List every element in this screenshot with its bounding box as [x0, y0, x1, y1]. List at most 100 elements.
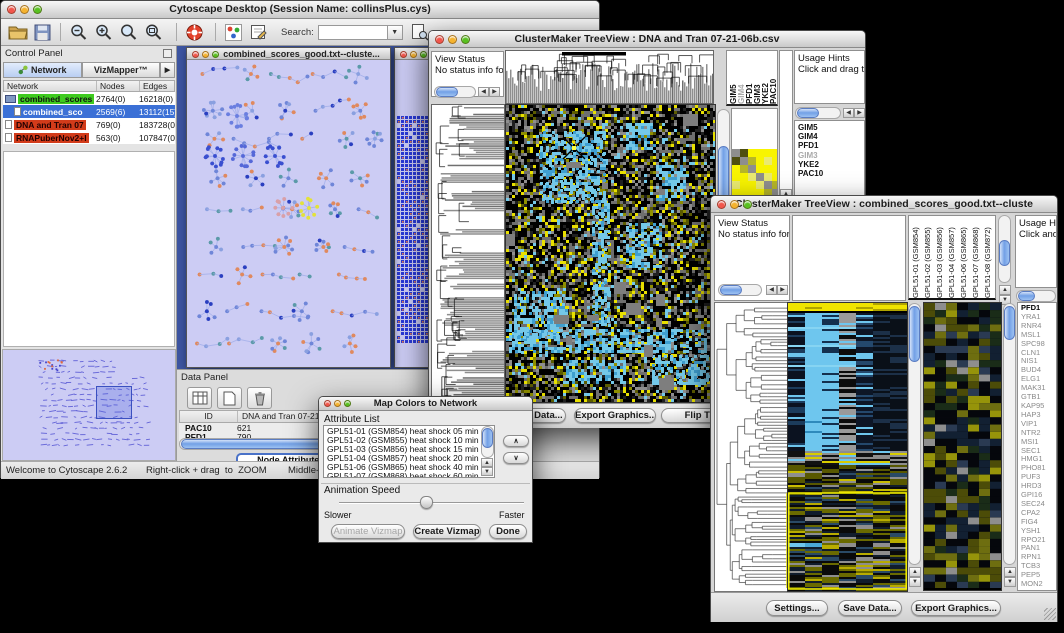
gene-label[interactable]: GIM5: [798, 123, 864, 132]
tab-vizmapper[interactable]: VizMapper™: [82, 62, 161, 78]
network-view-titlebar[interactable]: combined_scores_good.txt--cluste...: [187, 48, 390, 60]
scroll-right-arrow[interactable]: ▶: [777, 285, 788, 295]
zoom-fit-button[interactable]: [116, 21, 141, 44]
minimize-button[interactable]: [334, 400, 341, 407]
search-input[interactable]: [318, 25, 388, 40]
usage-hints-hscrollbar[interactable]: [1016, 290, 1056, 302]
vizmapper-shortcut-button[interactable]: [221, 21, 246, 44]
scroll-thumb[interactable]: [797, 108, 819, 118]
column-label[interactable]: GPL51-04 (GSM857): [947, 218, 959, 298]
search-dropdown-button[interactable]: ▼: [388, 25, 403, 40]
column-label[interactable]: YKE2: [761, 53, 769, 104]
open-file-button[interactable]: [5, 21, 30, 44]
maximize-button[interactable]: [212, 51, 219, 58]
minimize-button[interactable]: [448, 35, 457, 44]
delete-attribute-button[interactable]: [247, 387, 272, 409]
maximize-button[interactable]: [461, 35, 470, 44]
main-titlebar[interactable]: Cytoscape Desktop (Session Name: collins…: [1, 1, 599, 19]
attribute-item[interactable]: GPL51-07 (GSM868) heat shock 60 min: [327, 472, 494, 478]
usage-hints-hscrollbar[interactable]: [795, 107, 841, 119]
settings-button[interactable]: Settings...: [766, 600, 828, 616]
column-label[interactable]: GPL51-01 (GSM854): [911, 218, 923, 298]
birdseye-viewport-rect[interactable]: [96, 386, 132, 419]
close-button[interactable]: [400, 51, 407, 58]
scroll-right-arrow[interactable]: ▶: [854, 108, 865, 118]
move-up-button[interactable]: ∧: [503, 435, 529, 447]
new-attribute-button[interactable]: [217, 387, 242, 409]
maximize-button[interactable]: [420, 51, 427, 58]
column-label[interactable]: PAC10: [769, 53, 777, 104]
close-button[interactable]: [7, 5, 16, 14]
scroll-thumb[interactable]: [482, 428, 493, 448]
help-button[interactable]: [182, 21, 207, 44]
minimize-button[interactable]: [730, 200, 739, 209]
export-graphics-button[interactable]: Export Graphics...: [911, 600, 1001, 616]
scroll-thumb[interactable]: [1018, 291, 1035, 301]
annotation-button[interactable]: [246, 21, 271, 44]
attribute-list-vscrollbar[interactable]: [481, 426, 494, 458]
slider-thumb[interactable]: [420, 496, 433, 509]
gene-label[interactable]: PFD1: [798, 141, 864, 150]
close-button[interactable]: [435, 35, 444, 44]
scroll-up-arrow[interactable]: ▲: [1004, 567, 1016, 577]
dialog-titlebar[interactable]: Map Colors to Network: [319, 397, 532, 411]
close-button[interactable]: [717, 200, 726, 209]
tab-overflow-button[interactable]: ▶: [160, 62, 175, 78]
array-dendrogram-canvas[interactable]: [506, 51, 713, 103]
treeview2-top-dendrogram-pane[interactable]: [792, 215, 906, 301]
save-session-button[interactable]: [30, 21, 55, 44]
column-label[interactable]: PFD1: [745, 53, 753, 104]
close-button[interactable]: [192, 51, 199, 58]
gene-label[interactable]: PAC10: [798, 169, 864, 178]
maximize-button[interactable]: [344, 400, 351, 407]
select-attributes-button[interactable]: [187, 387, 212, 409]
maximize-button[interactable]: [743, 200, 752, 209]
scroll-thumb[interactable]: [436, 87, 458, 97]
float-panel-icon[interactable]: [163, 49, 172, 58]
gene-label[interactable]: GIM3: [798, 151, 864, 160]
save-data-button[interactable]: Save Data...: [838, 600, 902, 616]
cluster-heatmap-canvas[interactable]: [788, 303, 907, 591]
birdseye-view-canvas[interactable]: [2, 349, 176, 461]
scroll-down-arrow[interactable]: ▼: [1004, 577, 1016, 587]
scroll-down-arrow[interactable]: ▼: [481, 467, 493, 476]
create-vizmap-button[interactable]: Create Vizmap: [413, 524, 481, 539]
scroll-right-arrow[interactable]: ▶: [489, 87, 500, 97]
resize-grip[interactable]: [1044, 608, 1056, 620]
close-button[interactable]: [324, 400, 331, 407]
column-label[interactable]: GPL51-07 (GSM868): [971, 218, 983, 298]
zoom-selected-button[interactable]: [141, 21, 166, 44]
zoom-heatmap-canvas[interactable]: [732, 149, 778, 197]
treeview2-titlebar[interactable]: ClusterMaker TreeView : combined_scores_…: [711, 196, 1057, 213]
column-label[interactable]: GIM3: [753, 53, 761, 104]
scroll-thumb[interactable]: [1004, 306, 1015, 340]
minimize-button[interactable]: [410, 51, 417, 58]
gene-dendrogram-canvas[interactable]: [432, 105, 504, 402]
column-labels-vscrollbar[interactable]: [998, 215, 1011, 283]
global-heatmap-canvas[interactable]: [506, 105, 715, 402]
column-label[interactable]: GPL51-08 (GSM872): [983, 218, 995, 298]
network-graph-canvas[interactable]: [187, 60, 390, 367]
view-status-hscrollbar[interactable]: [434, 86, 476, 98]
scroll-thumb[interactable]: [909, 306, 920, 362]
done-button[interactable]: Done: [489, 524, 527, 539]
gene-label[interactable]: MON2: [1021, 580, 1056, 589]
network-view-window[interactable]: combined_scores_good.txt--cluste...: [186, 47, 391, 368]
minimize-button[interactable]: [202, 51, 209, 58]
gene-dendrogram-canvas[interactable]: [715, 303, 788, 591]
scroll-thumb[interactable]: [999, 240, 1010, 266]
network-list-row[interactable]: DNA and Tran 07 769(0) 183728(0): [3, 118, 175, 131]
move-down-button[interactable]: ∨: [503, 452, 529, 464]
gene-label[interactable]: GIM4: [798, 132, 864, 141]
column-label[interactable]: GIM5: [729, 53, 737, 104]
zoom-out-button[interactable]: [66, 21, 91, 44]
scroll-up-arrow[interactable]: ▲: [481, 458, 493, 467]
column-label[interactable]: GPL51-06 (GSM865): [959, 218, 971, 298]
scroll-left-arrow[interactable]: ◀: [843, 108, 854, 118]
view-status-hscrollbar[interactable]: [718, 284, 762, 296]
maximize-button[interactable]: [33, 5, 42, 14]
network-list-row[interactable]: combined_scores 2764(0) 16218(0): [3, 92, 175, 105]
scroll-left-arrow[interactable]: ◀: [766, 285, 777, 295]
zoom-vscrollbar[interactable]: [1003, 303, 1016, 565]
tab-network[interactable]: Network: [3, 62, 82, 78]
